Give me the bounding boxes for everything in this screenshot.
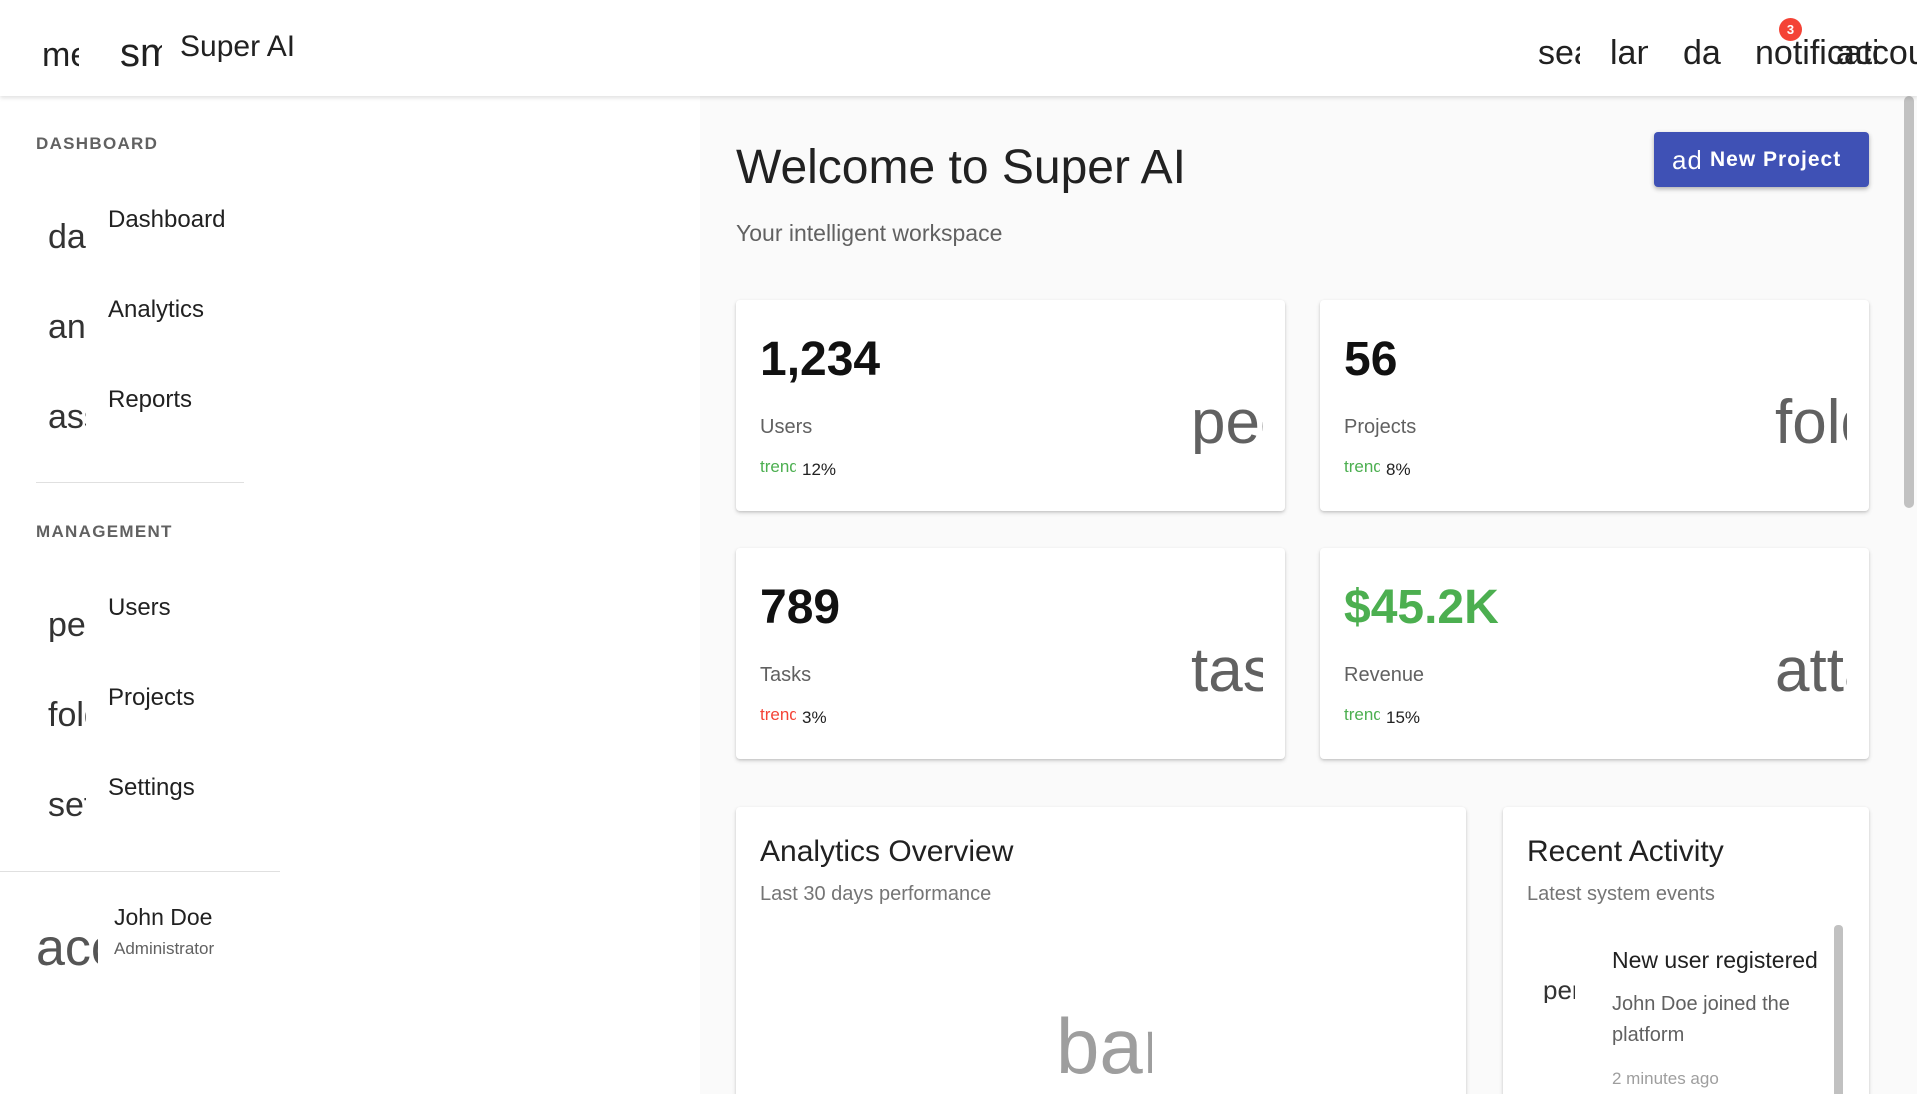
activity-time: 2 minutes ago <box>1612 1069 1719 1088</box>
sidebar-item-settings[interactable]: settings Settings <box>0 752 280 832</box>
new-project-label: New Project <box>1710 148 1842 171</box>
app-bar: menu smart_toy Super AI search language … <box>0 0 1917 96</box>
trending-up-icon: trending_up <box>760 458 796 475</box>
page-subtitle: Your intelligent workspace <box>736 220 1003 246</box>
card-title: Recent Activity <box>1527 835 1724 868</box>
trending-up-icon: trending_up <box>1344 458 1380 475</box>
stat-label: Revenue <box>1344 664 1425 686</box>
new-project-button[interactable]: add New Project <box>1654 132 1869 187</box>
search-icon[interactable]: search <box>1538 36 1580 70</box>
stat-value: 789 <box>760 581 841 634</box>
sidebar-divider <box>0 871 280 872</box>
task-icon: task <box>1191 640 1263 702</box>
card-subtitle: Last 30 days performance <box>760 883 992 905</box>
analytics-overview-card: Analytics Overview Last 30 days performa… <box>736 807 1466 1094</box>
sidebar-item-analytics[interactable]: analytics Analytics <box>0 274 280 354</box>
sidebar-item-dashboard[interactable]: dashboard Dashboard <box>0 184 280 264</box>
stat-value: 56 <box>1344 333 1398 386</box>
activity-title: New user registered <box>1612 947 1818 973</box>
stat-card-revenue[interactable]: $45.2K Revenue trending_up 15% attach_mo… <box>1320 548 1869 759</box>
sidebar-item-label: Users <box>108 594 171 621</box>
sidebar-item-projects[interactable]: folder Projects <box>0 662 280 742</box>
assessment-icon: assessment <box>48 400 86 434</box>
language-icon[interactable]: language <box>1610 36 1648 70</box>
sidebar-item-label: Reports <box>108 386 193 413</box>
dark-mode-icon[interactable]: dark_mode <box>1683 36 1723 70</box>
folder-icon: folder <box>1775 392 1847 454</box>
stat-trend-value: 8% <box>1386 460 1411 479</box>
smart-toy-icon: smart_toy <box>120 33 162 73</box>
sidebar-item-reports[interactable]: assessment Reports <box>0 364 280 444</box>
user-role: Administrator <box>114 939 215 958</box>
analytics-icon: analytics <box>48 310 86 344</box>
main-content: Welcome to Super AI Your intelligent wor… <box>700 96 1917 1094</box>
stat-label: Projects <box>1344 416 1417 438</box>
sidebar-section-management: MANAGEMENT <box>36 522 173 541</box>
stat-card-tasks[interactable]: 789 Tasks trending_down 3% task <box>736 548 1285 759</box>
menu-icon[interactable]: menu <box>42 38 79 72</box>
person-add-icon: person_add <box>1543 977 1575 1003</box>
sidebar-section-dashboard: DASHBOARD <box>36 134 159 153</box>
activity-list[interactable]: person_add New user registered John Doe … <box>1503 925 1869 1094</box>
stat-value: $45.2K <box>1344 581 1499 634</box>
stat-card-users[interactable]: 1,234 Users trending_up 12% people <box>736 300 1285 511</box>
stat-value: 1,234 <box>760 333 881 386</box>
card-subtitle: Latest system events <box>1527 883 1715 905</box>
trending-up-icon: trending_up <box>1344 706 1380 723</box>
trending-down-icon: trending_down <box>760 706 796 723</box>
page-title: Welcome to Super AI <box>736 141 1186 194</box>
add-icon: add <box>1672 147 1700 173</box>
stat-trend-value: 15% <box>1386 708 1421 727</box>
bar-chart-icon: bar_chart <box>1056 1007 1152 1085</box>
activity-scrollbar[interactable] <box>1834 925 1843 1094</box>
sidebar-item-label: Analytics <box>108 296 205 323</box>
sidebar-item-label: Dashboard <box>108 206 226 233</box>
sidebar: DASHBOARD dashboard Dashboard analytics … <box>0 96 700 1094</box>
activity-description: John Doe joined the platform <box>1612 993 1790 1046</box>
folder-icon: folder <box>48 698 86 732</box>
settings-icon: settings <box>48 788 86 822</box>
sidebar-item-users[interactable]: people Users <box>0 572 280 652</box>
sidebar-item-label: Settings <box>108 774 195 801</box>
account-circle-icon[interactable]: account_circle <box>1836 36 1917 70</box>
page-scrollbar[interactable] <box>1904 96 1914 508</box>
app-title: Super AI <box>180 30 296 63</box>
sidebar-divider <box>36 482 244 483</box>
notifications-badge: 3 <box>1779 18 1802 41</box>
card-title: Analytics Overview <box>760 835 1014 868</box>
sidebar-item-label: Projects <box>108 684 195 711</box>
attach-money-icon: attach_money <box>1775 640 1847 702</box>
stat-trend-value: 3% <box>802 708 827 727</box>
stat-label: Users <box>760 416 813 438</box>
dashboard-icon: dashboard <box>48 220 86 254</box>
people-icon: people <box>1191 392 1263 454</box>
stat-label: Tasks <box>760 664 812 686</box>
user-name: John Doe <box>114 904 213 930</box>
stat-trend-value: 12% <box>802 460 837 479</box>
people-icon: people <box>48 608 86 642</box>
stat-card-projects[interactable]: 56 Projects trending_up 8% folder <box>1320 300 1869 511</box>
recent-activity-card: Recent Activity Latest system events per… <box>1503 807 1869 1094</box>
user-avatar-icon[interactable]: account_circle <box>36 922 98 974</box>
